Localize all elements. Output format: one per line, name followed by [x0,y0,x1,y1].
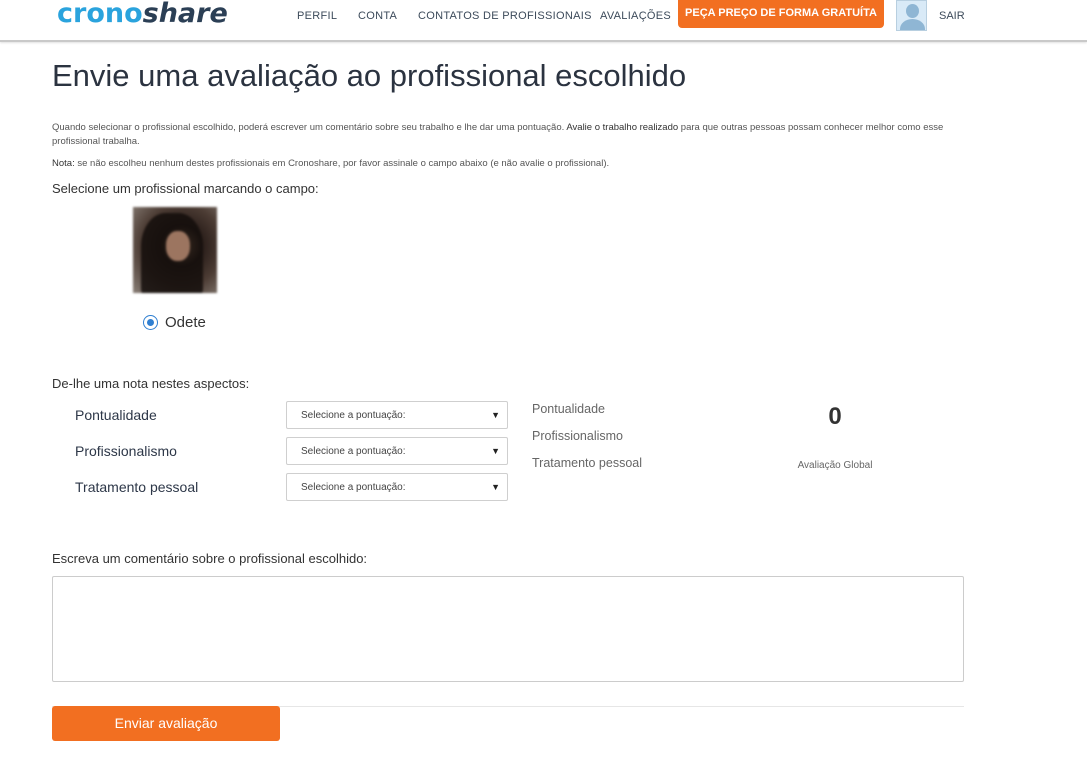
dropdown-arrow-icon: ▼ [491,482,500,492]
nav-contatos-profissionais[interactable]: CONTATOS DE PROFISSIONAIS [418,10,592,22]
user-avatar-icon[interactable] [896,0,927,31]
rating-prompt: De-lhe uma nota nestes aspectos: [52,376,250,391]
nav-avaliacoes[interactable]: AVALIAÇÕES [600,10,671,22]
aspect-label-tratamento: Tratamento pessoal [75,479,199,495]
professional-photo [133,207,217,293]
summary-tratamento: Tratamento pessoal [532,456,643,470]
logout-link[interactable]: SAIR [939,10,965,22]
nav-conta[interactable]: CONTA [358,10,397,22]
global-score-label: Avaliação Global [797,460,873,471]
nav-perfil[interactable]: PERFIL [297,10,337,22]
note-text: Nota: se não escolheu nenhum destes prof… [52,158,610,169]
dropdown-arrow-icon: ▼ [491,410,500,420]
page-title: Envie uma avaliação ao profissional esco… [52,58,687,93]
tratamento-select[interactable]: Selecione a pontuação: ▼ [286,473,508,501]
global-score: 0 [828,403,842,430]
aspect-label-pontualidade: Pontualidade [75,407,157,423]
comment-textarea[interactable] [52,576,964,682]
top-navbar: cronoshare PERFIL CONTA CONTATOS DE PROF… [0,0,1087,42]
submit-review-button[interactable]: Enviar avaliação [52,706,280,741]
cronoshare-logo[interactable]: cronoshare [57,0,228,31]
professional-name: Odete [165,314,206,331]
intro-emphasis: Avalie o trabalho realizado [566,122,679,133]
select-professional-label: Selecione um profissional marcando o cam… [52,181,319,196]
professional-radio[interactable] [143,315,158,330]
note-label: Nota: [52,158,75,169]
summary-pontualidade: Pontualidade [532,402,605,416]
avatar-head-shape [906,4,919,18]
pontualidade-select[interactable]: Selecione a pontuação: ▼ [286,401,508,429]
comment-label: Escreva um comentário sobre o profission… [52,551,368,566]
avatar-body-shape [900,19,925,30]
profissionalismo-select[interactable]: Selecione a pontuação: ▼ [286,437,508,465]
free-quote-button[interactable]: PEÇA PREÇO DE FORMA GRATUÍTA [678,0,884,28]
dropdown-arrow-icon: ▼ [491,446,500,456]
professional-option[interactable]: Odete [143,314,206,331]
summary-profissionalismo: Profissionalismo [532,429,624,443]
intro-text: Quando selecionar o profissional escolhi… [52,122,944,147]
aspect-label-profissionalismo: Profissionalismo [75,443,177,459]
